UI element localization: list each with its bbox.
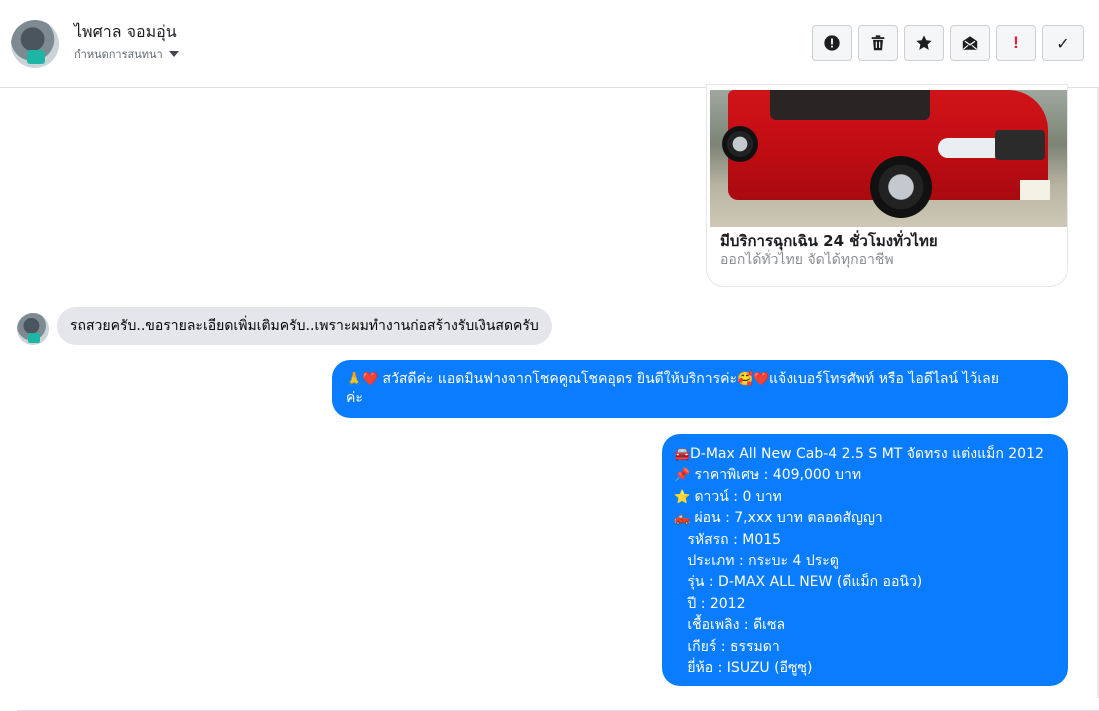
exclamation-icon: ! xyxy=(1013,33,1019,52)
trash-icon xyxy=(871,35,885,51)
license-plate-shape xyxy=(1020,180,1050,200)
greeting-text-1: สวัสดีค่ะ แอดมินฟางจากโชคคูณโชคอุดร ยินด… xyxy=(378,371,737,387)
star-icon xyxy=(916,35,932,50)
car-emoji: 🚘 xyxy=(674,447,691,462)
alert-circle-icon xyxy=(824,35,840,51)
pray-emoji: 🙏 xyxy=(346,372,363,387)
detail-line: เกียร์ : ธรรมดา xyxy=(674,638,780,655)
assign-conversation-dropdown[interactable]: กำหนดการสนทนา xyxy=(74,45,179,63)
outgoing-message-greeting[interactable]: 🙏❤️ สวัสดีค่ะ แอดมินฟางจากโชคคูณโชคอุดร … xyxy=(332,360,1068,418)
conversation-toolbar: ! ✓ xyxy=(812,25,1084,61)
delete-button[interactable] xyxy=(858,25,898,61)
assign-label: กำหนดการสนทนา xyxy=(74,48,163,61)
detail-line: ⭐ ดาวน์ : 0 บาท xyxy=(674,487,1058,508)
important-button[interactable]: ! xyxy=(996,25,1036,61)
rear-wheel-shape xyxy=(722,126,758,162)
headlight-shape xyxy=(938,138,998,158)
link-card-subtitle: ออกได้ทั่วไทย จัดได้ทุกอาชีพ xyxy=(720,252,894,268)
report-button[interactable] xyxy=(812,25,852,61)
smiling-hearts-emoji: 🥰 xyxy=(736,372,754,387)
detail-line: 📌 ราคาพิเศษ : 409,000 บาท xyxy=(674,465,1058,486)
sender-avatar[interactable] xyxy=(17,313,49,345)
incoming-message[interactable]: รถสวยครับ..ขอรายละเอียดเพิ่มเติมครับ..เพ… xyxy=(57,307,552,345)
detail-line: รหัสรถ : M015 xyxy=(674,531,782,548)
contact-name[interactable]: ไพศาล จอมอุ่น xyxy=(74,20,177,45)
conversation-header: ไพศาล จอมอุ่น กำหนดการสนทนา ! ✓ xyxy=(0,0,1099,88)
greeting-text-2: แจ้งเบอร์โทรศัพท์ หรือ ไอดีไลน์ ไว้เลย xyxy=(768,371,999,387)
detail-line: ประเภท : กระบะ 4 ประตู xyxy=(674,553,839,570)
detail-line: 🛻 ผ่อน : 7,xxx บาท ตลอดสัญญา xyxy=(674,508,1058,529)
contact-avatar[interactable] xyxy=(11,20,59,68)
grille-shape xyxy=(995,130,1045,160)
car-window-shape xyxy=(770,90,930,120)
star-emoji: ⭐ xyxy=(674,489,691,505)
detail-line: 🚘D-Max All New Cab-4 2.5 S MT จัดทรง แต่… xyxy=(674,444,1058,465)
outgoing-message-car-details[interactable]: 🚘D-Max All New Cab-4 2.5 S MT จัดทรง แต่… xyxy=(662,434,1068,686)
detail-line: ยี่ห้อ : ISUZU (อีซูซุ) xyxy=(674,660,813,677)
front-wheel-shape xyxy=(870,156,932,218)
caret-down-icon xyxy=(168,51,179,57)
greeting-line-1: 🙏❤️ สวัสดีค่ะ แอดมินฟางจากโชคคูณโชคอุดร … xyxy=(346,370,1056,389)
detail-line: รุ่น : D-MAX ALL NEW (ดีแม็ก ออนิว) xyxy=(674,574,923,591)
detail-line: ปี : 2012 xyxy=(674,595,746,612)
greeting-line-2: ค่ะ xyxy=(346,390,363,406)
detail-line: เชื้อเพลิง : ดีเซล xyxy=(674,617,786,634)
check-icon: ✓ xyxy=(1056,33,1070,53)
mark-unread-button[interactable] xyxy=(950,25,990,61)
done-button[interactable]: ✓ xyxy=(1042,25,1084,61)
pushpin-emoji: 📌 xyxy=(674,468,691,484)
pickup-truck-emoji: 🛻 xyxy=(674,511,691,527)
link-preview-card[interactable]: มีบริการฉุกเฉิน 24 ชั่วโมงทั่วไทย ออกได้… xyxy=(706,84,1068,287)
envelope-icon xyxy=(962,36,978,50)
car-image[interactable] xyxy=(710,90,1067,227)
star-button[interactable] xyxy=(904,25,944,61)
heart-emoji: ❤️ xyxy=(362,372,379,387)
heart-emoji-2: ❤️ xyxy=(752,372,770,387)
